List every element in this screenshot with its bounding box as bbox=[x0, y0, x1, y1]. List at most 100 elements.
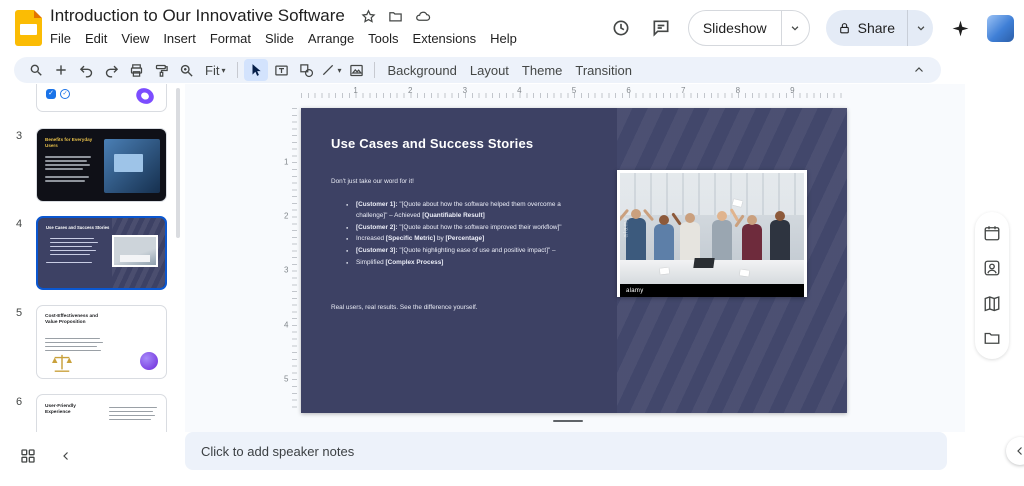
folder-icon[interactable] bbox=[983, 329, 1001, 347]
slide-thumbnail-6[interactable]: User-Friendly Experience bbox=[36, 394, 167, 432]
menu-file[interactable]: File bbox=[43, 29, 78, 48]
thumbnail-image bbox=[104, 139, 160, 193]
workspace-side-panel bbox=[975, 212, 1009, 359]
slide-bullet: Increased [Specific Metric] by [Percenta… bbox=[345, 234, 589, 245]
zoom-icon[interactable] bbox=[174, 59, 198, 81]
select-tool-icon[interactable] bbox=[244, 59, 268, 81]
search-menus-icon[interactable] bbox=[24, 59, 48, 81]
slide-bullet: [Customer 3]: "[Quote highlighting ease … bbox=[345, 246, 589, 257]
contacts-icon[interactable] bbox=[983, 259, 1001, 277]
redo-icon[interactable] bbox=[99, 59, 123, 81]
filmstrip: ✓ ✓ 3 Benefits for Everyday Users 4Use Cas… bbox=[0, 84, 185, 432]
move-folder-icon[interactable] bbox=[388, 9, 403, 24]
ruler-number: 9 bbox=[790, 86, 794, 95]
slide-title-textbox[interactable]: Use Cases and Success Stories bbox=[331, 136, 533, 151]
new-slide-plus-icon[interactable] bbox=[49, 59, 73, 81]
chevron-down-icon: ▾ bbox=[337, 66, 341, 75]
slide-editor[interactable]: Use Cases and Success Stories Don't just… bbox=[301, 108, 847, 413]
menu-bar: FileEditViewInsertFormatSlideArrangeTool… bbox=[43, 29, 524, 48]
speaker-notes-placeholder: Click to add speaker notes bbox=[201, 444, 354, 459]
print-icon[interactable] bbox=[124, 59, 148, 81]
v-ruler-ticks bbox=[292, 108, 297, 413]
menu-edit[interactable]: Edit bbox=[78, 29, 114, 48]
ruler-number: 2 bbox=[284, 212, 288, 221]
account-avatar[interactable] bbox=[987, 15, 1014, 42]
chevron-down-icon: ▾ bbox=[221, 66, 225, 75]
ruler-number: 2 bbox=[408, 86, 412, 95]
star-icon[interactable] bbox=[361, 9, 376, 24]
slide-photo[interactable]: alamy alamy bbox=[617, 170, 807, 297]
menu-help[interactable]: Help bbox=[483, 29, 524, 48]
slide-number: 6 bbox=[16, 396, 22, 408]
grid-view-icon[interactable] bbox=[20, 448, 36, 464]
comments-icon[interactable] bbox=[648, 15, 674, 41]
ruler-number: 5 bbox=[284, 374, 288, 383]
line-tool-icon[interactable]: ▾ bbox=[319, 59, 343, 81]
slide-number: 3 bbox=[16, 130, 22, 142]
theme-button[interactable]: Theme bbox=[516, 59, 568, 81]
share-button[interactable]: Share bbox=[826, 10, 933, 46]
google-slides-app: Introduction to Our Innovative Software … bbox=[0, 0, 1024, 486]
filmstrip-row: 5Cost-Effectiveness and Value Propositio… bbox=[0, 305, 185, 379]
slide-thumbnail-4[interactable]: Use Cases and Success Stories bbox=[36, 216, 167, 290]
hide-side-panel-chevron-icon[interactable] bbox=[1006, 437, 1024, 465]
calendar-icon[interactable] bbox=[983, 224, 1001, 242]
slide-thumbnail-5[interactable]: Cost-Effectiveness and Value Proposition bbox=[36, 305, 167, 379]
menu-arrange[interactable]: Arrange bbox=[301, 29, 361, 48]
menu-insert[interactable]: Insert bbox=[156, 29, 203, 48]
ruler-number: 4 bbox=[517, 86, 521, 95]
slideshow-label[interactable]: Slideshow bbox=[689, 11, 781, 45]
slide-bullet: [Customer 1]: "[Quote about how the soft… bbox=[345, 200, 589, 222]
thumbnail-3d-shape bbox=[134, 85, 157, 106]
slideshow-dropdown-chevron-icon[interactable] bbox=[781, 11, 809, 45]
slide-closing-text[interactable]: Real users, real results. See the differ… bbox=[331, 304, 478, 311]
paint-format-icon[interactable] bbox=[149, 59, 173, 81]
ruler-number: 8 bbox=[736, 86, 740, 95]
collapse-toolbar-chevron-icon[interactable] bbox=[907, 59, 931, 81]
shapes-icon[interactable] bbox=[294, 59, 318, 81]
speaker-notes-input[interactable]: Click to add speaker notes bbox=[185, 432, 947, 470]
layout-button[interactable]: Layout bbox=[464, 59, 515, 81]
ruler-number: 6 bbox=[626, 86, 630, 95]
menu-tools[interactable]: Tools bbox=[361, 29, 405, 48]
document-title[interactable]: Introduction to Our Innovative Software bbox=[48, 6, 347, 26]
slide-thumbnail-2-partial[interactable]: ✓ ✓ bbox=[36, 84, 167, 112]
maps-icon[interactable] bbox=[983, 294, 1001, 312]
slides-logo[interactable] bbox=[15, 10, 42, 46]
ruler-number: 4 bbox=[284, 320, 288, 329]
menu-slide[interactable]: Slide bbox=[258, 29, 301, 48]
thumbnail-check-icon: ✓ bbox=[60, 89, 70, 99]
lock-icon bbox=[838, 22, 851, 35]
background-button[interactable]: Background bbox=[381, 59, 462, 81]
slideshow-button[interactable]: Slideshow bbox=[688, 10, 810, 46]
text-box-icon[interactable] bbox=[269, 59, 293, 81]
photo-window-background bbox=[620, 173, 804, 215]
photo-scene: alamy bbox=[620, 173, 804, 284]
ruler-number: 1 bbox=[284, 158, 288, 167]
menu-extensions[interactable]: Extensions bbox=[406, 29, 484, 48]
insert-image-icon[interactable] bbox=[344, 59, 368, 81]
ruler-number: 3 bbox=[284, 266, 288, 275]
undo-icon[interactable] bbox=[74, 59, 98, 81]
menu-format[interactable]: Format bbox=[203, 29, 258, 48]
share-dropdown-chevron-icon[interactable] bbox=[907, 10, 933, 46]
thumbnail-scales-graphic bbox=[51, 353, 73, 373]
ruler-number: 3 bbox=[463, 86, 467, 95]
gemini-sparkle-icon[interactable] bbox=[947, 15, 973, 41]
toolbar-separator bbox=[374, 62, 375, 78]
ruler-number: 7 bbox=[681, 86, 685, 95]
transition-button[interactable]: Transition bbox=[569, 59, 638, 81]
zoom-fit-select[interactable]: Fit▾ bbox=[199, 59, 231, 81]
slide-bullet-list[interactable]: [Customer 1]: "[Quote about how the soft… bbox=[345, 200, 589, 270]
menu-view[interactable]: View bbox=[114, 29, 156, 48]
filmstrip-row: 3 Benefits for Everyday Users bbox=[0, 128, 185, 202]
slide-intro-text[interactable]: Don't just take our word for it! bbox=[331, 178, 414, 185]
collapse-filmstrip-chevron-icon[interactable] bbox=[60, 450, 72, 462]
notes-resize-handle[interactable] bbox=[553, 420, 583, 422]
slide-thumbnail-3[interactable]: Benefits for Everyday Users bbox=[36, 128, 167, 202]
ruler-number: 5 bbox=[572, 86, 576, 95]
cloud-status-icon[interactable] bbox=[415, 9, 431, 24]
version-history-icon[interactable] bbox=[608, 15, 634, 41]
filmstrip-row: 4Use Cases and Success Stories bbox=[0, 216, 185, 290]
thumbnail-3d-shape bbox=[140, 352, 158, 370]
